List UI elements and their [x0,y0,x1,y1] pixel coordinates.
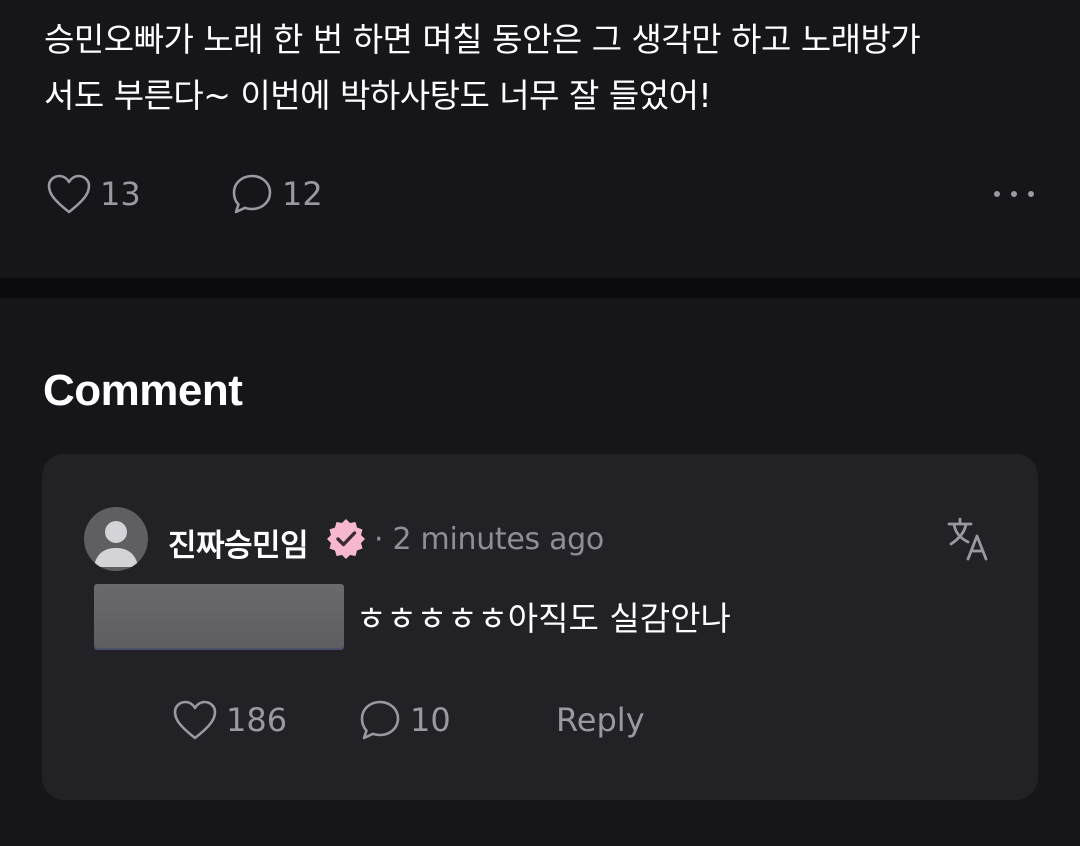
reply-button[interactable]: Reply [556,698,645,742]
comment-reply-count-button[interactable]: 10 [358,698,451,742]
default-avatar-icon [84,521,148,571]
post-like-count: 13 [100,175,141,213]
heart-outline-icon [172,699,218,741]
meta-separator: · [374,522,384,557]
post-body: 승민오빠가 노래 한 번 하면 며칠 동안은 그 생각만 하고 노래방가 서도 … [44,12,1044,124]
comment-like-count: 186 [226,701,288,739]
comment-meta: · 2 minutes ago [374,522,604,557]
translate-button[interactable] [946,516,992,562]
avatar[interactable] [84,507,148,571]
translate-icon [946,517,992,566]
post-actions: 13 12 [44,172,1036,216]
comment-actions: 186 10 Reply [172,698,772,742]
speech-bubble-icon [230,172,274,216]
comment-reply-count: 10 [410,701,451,739]
section-divider [0,278,1080,298]
post-text-line-2: 서도 부른다~ 이번에 박하사탕도 너무 잘 들었어! [44,76,712,115]
comment-heading: Comment [43,366,243,415]
comment-timestamp: 2 minutes ago [392,522,605,557]
post-text-line-1: 승민오빠가 노래 한 번 하면 며칠 동안은 그 생각만 하고 노래방가 [44,20,921,59]
post-comment-count: 12 [282,175,323,213]
heart-outline-icon [46,173,92,215]
more-horizontal-icon [992,189,1036,208]
comment-card: 진짜승민임 · 2 minutes ago ㅎㅎㅎㅎㅎ아직도 실감안나 186 … [42,454,1038,800]
verified-badge-icon [324,516,368,560]
comment-section: Comment 진짜승민임 · 2 minutes ago ㅎㅎㅎㅎㅎ아직도 실… [0,298,1080,846]
post-comment-button[interactable]: 12 [230,172,323,216]
post-like-button[interactable]: 13 [46,172,141,216]
speech-bubble-icon [358,698,402,742]
post-card: 승민오빠가 노래 한 번 하면 며칠 동안은 그 생각만 하고 노래방가 서도 … [0,0,1080,278]
censored-sticker-image [94,584,344,648]
comment-text: ㅎㅎㅎㅎㅎ아직도 실감안나 [356,599,731,638]
comment-like-button[interactable]: 186 [172,698,287,742]
comment-username[interactable]: 진짜승민임 [168,520,309,565]
more-options-button[interactable] [992,184,1036,204]
